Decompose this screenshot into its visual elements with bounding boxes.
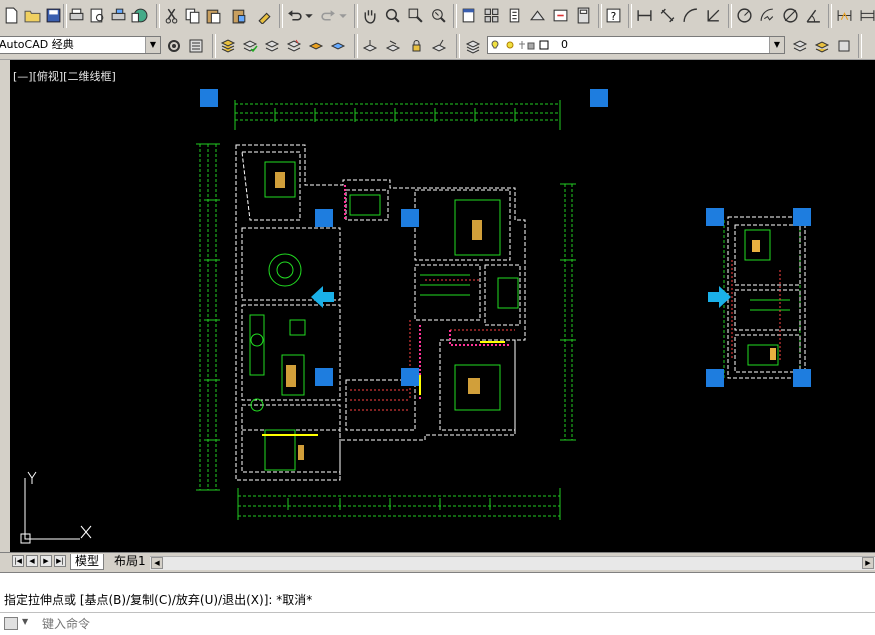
radius-dimension-icon[interactable] [734, 5, 755, 26]
grip-point[interactable] [401, 368, 419, 386]
design-center-icon[interactable] [481, 5, 502, 26]
command-history: 指定拉伸点或 [基点(B)/复制(C)/放弃(U)/退出(X)]: *取消* [0, 572, 875, 613]
grip-point[interactable] [401, 209, 419, 227]
cut-icon[interactable] [161, 5, 182, 26]
layer-delete-icon[interactable] [834, 36, 854, 56]
plot-preview-icon[interactable] [87, 5, 108, 26]
arc-length-icon[interactable] [680, 5, 701, 26]
recent-commands-dropdown-icon[interactable]: ▼ [22, 617, 28, 626]
open-folder-icon[interactable] [22, 5, 43, 26]
tool-palettes-icon[interactable] [504, 5, 525, 26]
tab-layout1[interactable]: 布局1 [110, 554, 150, 569]
layer-manager-icon[interactable] [463, 36, 483, 56]
grip-point[interactable] [793, 369, 811, 387]
make-object-layer-current-icon[interactable] [790, 36, 810, 56]
linear-dimension-icon[interactable] [634, 5, 655, 26]
layer-off-icon[interactable] [360, 36, 380, 56]
command-line: ▼ [0, 612, 875, 635]
chevron-down-icon: ▼ [145, 37, 160, 53]
layer-previous-icon[interactable] [262, 36, 282, 56]
floor-plan-drawing[interactable] [10, 60, 875, 552]
sheet-set-icon[interactable] [527, 5, 548, 26]
diameter-dimension-icon[interactable] [780, 5, 801, 26]
paste-icon[interactable] [203, 5, 224, 26]
layer-isolate-icon[interactable] [306, 36, 326, 56]
layer-value: 0 [561, 38, 568, 51]
grip-point[interactable] [315, 209, 333, 227]
grip-point[interactable] [793, 208, 811, 226]
match-properties-icon[interactable] [254, 5, 275, 26]
layer-properties-icon[interactable] [218, 36, 238, 56]
last-tab-icon[interactable]: ▶| [54, 555, 66, 567]
angular-dimension-icon[interactable] [803, 5, 824, 26]
first-tab-icon[interactable]: |◀ [12, 555, 24, 567]
redo-dropdown-icon[interactable] [338, 5, 348, 26]
layout-tabs-bar: |◀ ◀ ▶ ▶| 模型 布局1 ◀ ▶ [0, 552, 875, 571]
print-icon[interactable] [66, 5, 87, 26]
command-prompt-icon[interactable] [4, 617, 18, 630]
command-input[interactable] [40, 616, 744, 632]
grip-point[interactable] [706, 208, 724, 226]
undo-icon[interactable] [284, 5, 305, 26]
viewport-controls-label[interactable]: [—][俯视][二维线框] [13, 68, 116, 84]
layer-dropdown[interactable]: 0 ▼ [487, 36, 785, 54]
standard-toolbar: ? [0, 0, 875, 34]
layer-unisolate-icon[interactable] [328, 36, 348, 56]
workspace-layers-toolbar: AutoCAD 经典 ▼ 0 ▼ [0, 33, 875, 60]
tab-model[interactable]: 模型 [70, 554, 105, 570]
next-tab-icon[interactable]: ▶ [40, 555, 52, 567]
workspace-dropdown[interactable]: AutoCAD 经典 ▼ [0, 36, 161, 54]
layer-match-icon[interactable] [429, 36, 449, 56]
layer-freeze-icon[interactable] [383, 36, 403, 56]
help-icon[interactable]: ? [603, 5, 624, 26]
prev-tab-icon[interactable]: ◀ [26, 555, 38, 567]
grip-point[interactable] [200, 89, 218, 107]
scroll-right-icon[interactable]: ▶ [862, 557, 874, 569]
redo-icon[interactable] [318, 5, 339, 26]
save-icon[interactable] [43, 5, 64, 26]
zoom-realtime-icon[interactable] [382, 5, 403, 26]
zoom-window-icon[interactable] [405, 5, 426, 26]
pan-hand-icon[interactable] [359, 5, 380, 26]
horizontal-scrollbar[interactable]: ◀ ▶ [150, 556, 875, 570]
markup-icon[interactable] [550, 5, 571, 26]
new-file-icon[interactable] [1, 5, 22, 26]
scroll-left-icon[interactable]: ◀ [151, 557, 163, 569]
chevron-down-icon: ▼ [769, 37, 784, 53]
svg-text:?: ? [611, 10, 617, 23]
publish-icon[interactable] [108, 5, 129, 26]
layer-lock-icon[interactable] [406, 36, 426, 56]
calculator-icon[interactable] [573, 5, 594, 26]
layer-state-icons [491, 40, 549, 50]
quick-dimension-icon[interactable] [834, 5, 855, 26]
grip-point[interactable] [315, 368, 333, 386]
drawing-canvas[interactable]: [—][俯视][二维线框] [10, 60, 875, 552]
zoom-previous-icon[interactable] [428, 5, 449, 26]
grip-point[interactable] [590, 89, 608, 107]
copy-icon[interactable] [182, 5, 203, 26]
left-dock-edge [0, 60, 10, 552]
layer-state-icon[interactable] [284, 36, 304, 56]
layer-walk-icon[interactable] [812, 36, 832, 56]
workspace-settings-icon[interactable] [164, 36, 184, 56]
command-history-line: 指定拉伸点或 [基点(B)/复制(C)/放弃(U)/退出(X)]: *取消* [4, 593, 313, 607]
jogged-dimension-icon[interactable] [757, 5, 778, 26]
properties-icon[interactable] [458, 5, 479, 26]
aligned-dimension-icon[interactable] [657, 5, 678, 26]
paste-block-icon[interactable] [229, 5, 250, 26]
make-current-layer-icon[interactable] [240, 36, 260, 56]
workspace-save-icon[interactable] [186, 36, 206, 56]
undo-dropdown-icon[interactable] [304, 5, 314, 26]
ordinate-dimension-icon[interactable] [703, 5, 724, 26]
3d-dwf-icon[interactable] [129, 5, 150, 26]
workspace-value: AutoCAD 经典 [0, 38, 74, 51]
baseline-dimension-icon[interactable] [857, 5, 875, 26]
grip-point[interactable] [706, 369, 724, 387]
